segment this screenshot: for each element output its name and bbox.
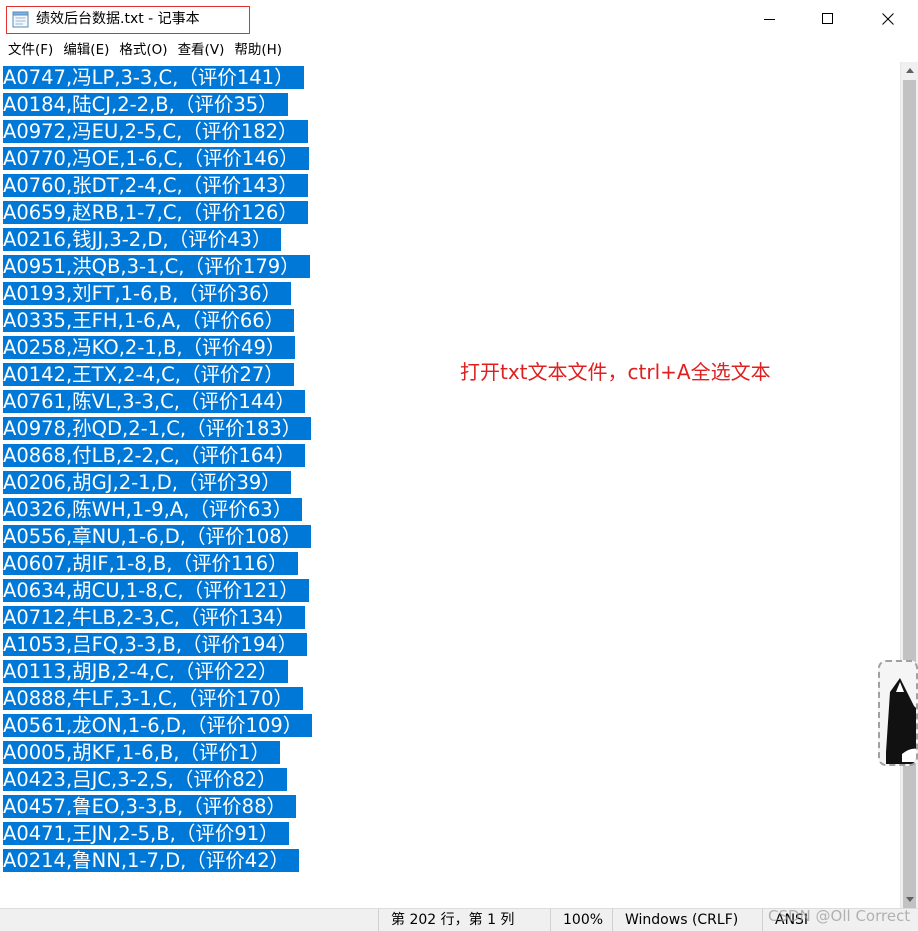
selected-text: A0607,胡IF,1-8,B,（评价116）	[3, 552, 298, 575]
text-line[interactable]: A0423,吕JC,3-2,S,（评价82）	[3, 766, 312, 793]
selected-text: A0206,胡GJ,2-1,D,（评价39）	[3, 471, 291, 494]
watermark: CSDN @Oll Correct	[768, 907, 911, 925]
close-icon	[882, 13, 894, 25]
selected-text: A0335,王FH,1-6,A,（评价66）	[3, 309, 295, 332]
title-bar[interactable]: 绩效后台数据.txt - 记事本	[0, 0, 918, 38]
text-line[interactable]: A0214,鲁NN,1-7,D,（评价42）	[3, 847, 312, 874]
notepad-icon	[12, 11, 29, 28]
selected-text: A0556,章NU,1-6,D,（评价108）	[3, 525, 312, 548]
text-line[interactable]: A0868,付LB,2-2,C,（评价164）	[3, 442, 312, 469]
maximize-button[interactable]	[798, 0, 858, 38]
selected-text: A0868,付LB,2-2,C,（评价164）	[3, 444, 306, 467]
cat-ear-icon	[886, 678, 916, 764]
text-line[interactable]: A1053,吕FQ,3-3,B,（评价194）	[3, 631, 312, 658]
text-line[interactable]: A0184,陆CJ,2-2,B,（评价35）	[3, 91, 312, 118]
text-line[interactable]: A0457,鲁EO,3-3,B,（评价88）	[3, 793, 312, 820]
cursor-position: 第 202 行，第 1 列	[378, 909, 550, 931]
menu-bar: 文件(F) 编辑(E) 格式(O) 查看(V) 帮助(H)	[0, 38, 918, 62]
menu-format[interactable]: 格式(O)	[114, 39, 172, 61]
text-line[interactable]: A0634,胡CU,1-8,C,（评价121）	[3, 577, 312, 604]
menu-help[interactable]: 帮助(H)	[229, 39, 287, 61]
text-line[interactable]: A0206,胡GJ,2-1,D,（评价39）	[3, 469, 312, 496]
close-button[interactable]	[858, 0, 918, 38]
chevron-down-icon	[905, 897, 914, 902]
chevron-up-icon	[905, 68, 914, 73]
text-lines: A0747,冯LP,3-3,C,（评价141） A0184,陆CJ,2-2,B,…	[3, 64, 313, 874]
annotation-text: 打开txt文本文件，ctrl+A全选文本	[460, 360, 771, 384]
maximize-icon	[822, 13, 833, 24]
text-line[interactable]: A0471,王JN,2-5,B,（评价91）	[3, 820, 312, 847]
window-title: 绩效后台数据.txt - 记事本	[36, 11, 200, 27]
text-line[interactable]: A0712,牛LB,2-3,C,（评价134）	[3, 604, 312, 631]
vertical-scrollbar[interactable]	[900, 62, 918, 931]
selected-text: A0770,冯OE,1-6,C,（评价146）	[3, 147, 309, 170]
text-editor[interactable]: A0747,冯LP,3-3,C,（评价141） A0184,陆CJ,2-2,B,…	[0, 62, 900, 908]
selected-text: A0326,陈WH,1-9,A,（评价63）	[3, 498, 303, 521]
selected-text: A0214,鲁NN,1-7,D,（评价42）	[3, 849, 300, 872]
floating-widget[interactable]	[878, 660, 918, 766]
selected-text: A0978,孙QD,2-1,C,（评价183）	[3, 417, 312, 440]
menu-edit[interactable]: 编辑(E)	[58, 39, 114, 61]
selected-text: A0216,钱JJ,3-2,D,（评价43）	[3, 228, 282, 251]
text-line[interactable]: A0216,钱JJ,3-2,D,（评价43）	[3, 226, 312, 253]
menu-file[interactable]: 文件(F)	[3, 39, 58, 61]
text-line[interactable]: A0951,洪QB,3-1,C,（评价179）	[3, 253, 312, 280]
selected-text: A0634,胡CU,1-8,C,（评价121）	[3, 579, 309, 602]
selected-text: A0951,洪QB,3-1,C,（评价179）	[3, 255, 310, 278]
text-line[interactable]: A0556,章NU,1-6,D,（评价108）	[3, 523, 312, 550]
selected-text: A0457,鲁EO,3-3,B,（评价88）	[3, 795, 296, 818]
text-line[interactable]: A0142,王TX,2-4,C,（评价27）	[3, 361, 312, 388]
selected-text: A0113,胡JB,2-4,C,（评价22）	[3, 660, 288, 683]
selected-text: A0659,赵RB,1-7,C,（评价126）	[3, 201, 308, 224]
selected-text: A0142,王TX,2-4,C,（评价27）	[3, 363, 294, 386]
selected-text: A0888,牛LF,3-1,C,（评价170）	[3, 687, 304, 710]
selected-text: A0972,冯EU,2-5,C,（评价182）	[3, 120, 308, 143]
text-line[interactable]: A0888,牛LF,3-1,C,（评价170）	[3, 685, 312, 712]
selected-text: A0258,冯KO,2-1,B,（评价49）	[3, 336, 296, 359]
selected-text: A0747,冯LP,3-3,C,（评价141）	[3, 66, 304, 89]
selected-text: A1053,吕FQ,3-3,B,（评价194）	[3, 633, 308, 656]
selected-text: A0712,牛LB,2-3,C,（评价134）	[3, 606, 306, 629]
text-line[interactable]: A0607,胡IF,1-8,B,（评价116）	[3, 550, 312, 577]
text-line[interactable]: A0770,冯OE,1-6,C,（评价146）	[3, 145, 312, 172]
scroll-thumb[interactable]	[903, 80, 916, 931]
line-ending: Windows (CRLF)	[612, 909, 762, 931]
text-line[interactable]: A0978,孙QD,2-1,C,（评价183）	[3, 415, 312, 442]
selected-text: A0423,吕JC,3-2,S,（评价82）	[3, 768, 287, 791]
text-line[interactable]: A0113,胡JB,2-4,C,（评价22）	[3, 658, 312, 685]
text-line[interactable]: A0258,冯KO,2-1,B,（评价49）	[3, 334, 312, 361]
selected-text: A0005,胡KF,1-6,B,（评价1）	[3, 741, 280, 764]
selected-text: A0760,张DT,2-4,C,（评价143）	[3, 174, 308, 197]
text-line[interactable]: A0747,冯LP,3-3,C,（评价141）	[3, 64, 312, 91]
text-line[interactable]: A0972,冯EU,2-5,C,（评价182）	[3, 118, 312, 145]
text-line[interactable]: A0005,胡KF,1-6,B,（评价1）	[3, 739, 312, 766]
selected-text: A0561,龙ON,1-6,D,（评价109）	[3, 714, 313, 737]
text-line[interactable]: A0760,张DT,2-4,C,（评价143）	[3, 172, 312, 199]
text-line[interactable]: A0326,陈WH,1-9,A,（评价63）	[3, 496, 312, 523]
selected-text: A0761,陈VL,3-3,C,（评价144）	[3, 390, 306, 413]
minimize-button[interactable]	[740, 0, 800, 38]
text-line[interactable]: A0335,王FH,1-6,A,（评价66）	[3, 307, 312, 334]
selected-text: A0471,王JN,2-5,B,（评价91）	[3, 822, 289, 845]
text-line[interactable]: A0761,陈VL,3-3,C,（评价144）	[3, 388, 312, 415]
text-line[interactable]: A0561,龙ON,1-6,D,（评价109）	[3, 712, 313, 739]
zoom-level: 100%	[550, 909, 612, 931]
selected-text: A0184,陆CJ,2-2,B,（评价35）	[3, 93, 288, 116]
text-line[interactable]: A0659,赵RB,1-7,C,（评价126）	[3, 199, 312, 226]
menu-view[interactable]: 查看(V)	[173, 39, 230, 61]
minimize-icon	[764, 19, 775, 20]
selected-text: A0193,刘FT,1-6,B,（评价36）	[3, 282, 292, 305]
scroll-up-button[interactable]	[901, 62, 918, 79]
text-line[interactable]: A0193,刘FT,1-6,B,（评价36）	[3, 280, 312, 307]
